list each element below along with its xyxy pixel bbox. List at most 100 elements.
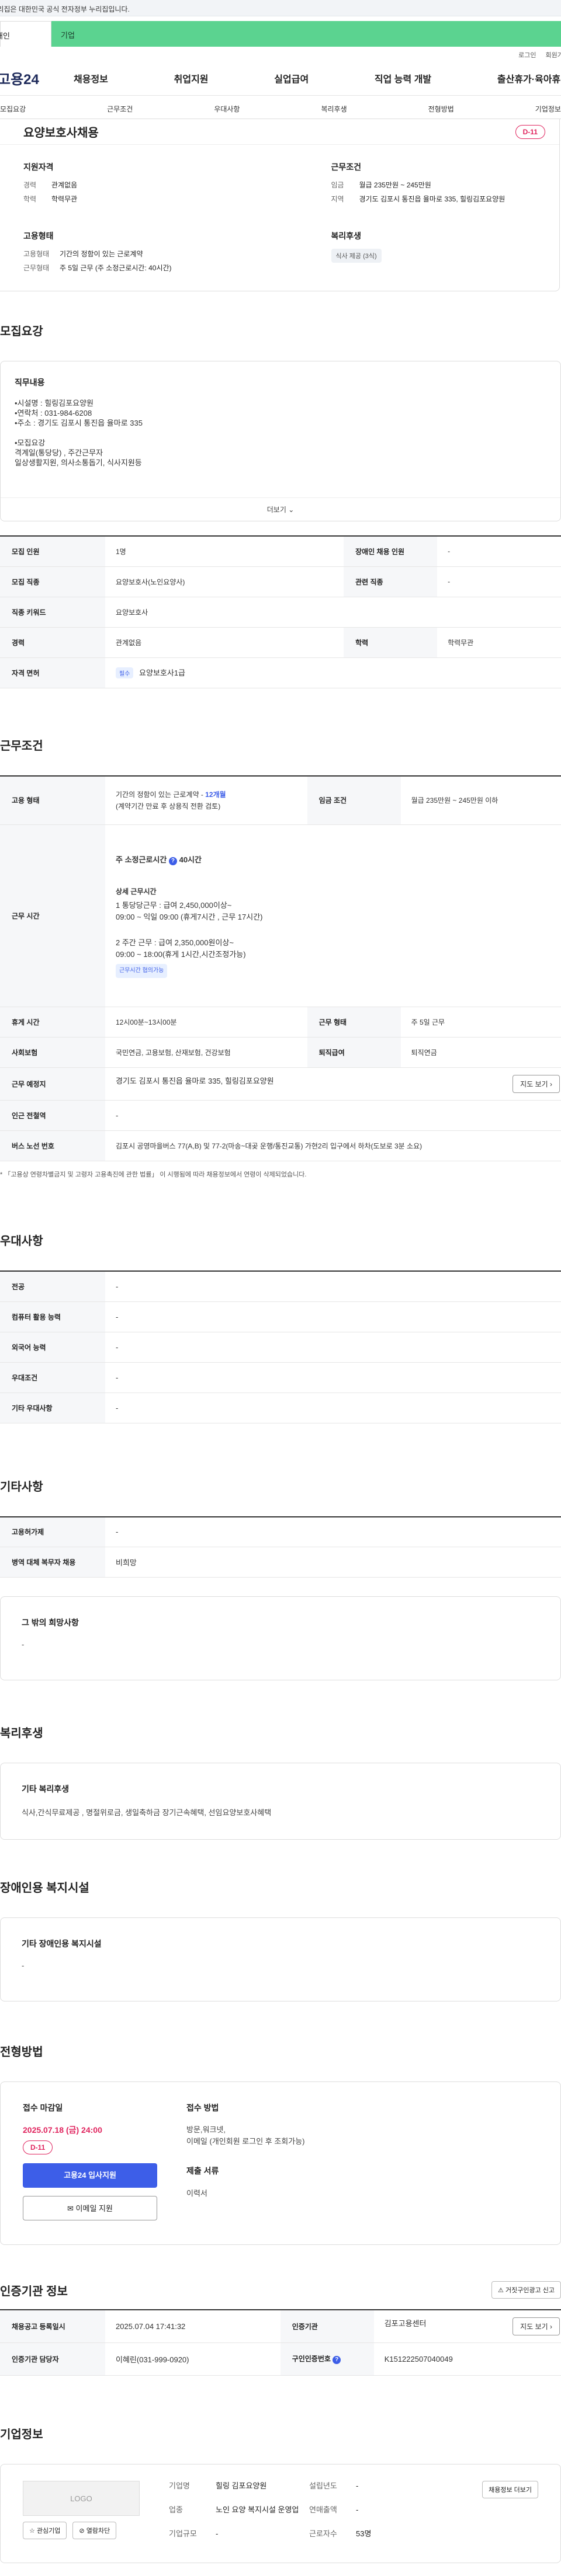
wage-value: 월급 235만원 ~ 245만원 이하: [400, 775, 561, 825]
emp-type: 고용형태 기간의 정함이 있는 근로계약: [23, 250, 143, 258]
report-button[interactable]: ⚠ 거짓구인광고 신고: [491, 2281, 561, 2299]
recruit-table: 모집 인원 1명 장애인 채용 인원 - 모집 직종 요양보호사(노인요양사) 관련 직종 -…: [0, 535, 561, 688]
cert-label: 구인인증번호 ?: [280, 2342, 374, 2376]
weekly-hours: 주 소정근로시간 ? 40시간: [116, 855, 202, 865]
agency-map-button[interactable]: 지도 보기 ›: [512, 2317, 560, 2335]
emp-type-title: 고용형태: [23, 231, 54, 241]
gnb-item[interactable]: 취업지원: [174, 71, 209, 85]
info-icon[interactable]: ?: [333, 2356, 341, 2364]
row-value: 학력무관: [437, 627, 561, 658]
info-icon[interactable]: ?: [168, 857, 177, 865]
form-value: 주 5일 근무: [400, 1007, 561, 1038]
site-logo[interactable]: 고용24: [0, 68, 68, 88]
emp-cell: 기간의 정함이 있는 근로계약 - 12개월 (계약기간 만료 후 상용직 전환 …: [105, 775, 307, 825]
agency-table: 채용공고 등록일시 2025.07.04 17:41:32 인증기관 김포고용센…: [0, 2309, 561, 2376]
deadline-date: 2025.07.18 (금) 24:00: [23, 2125, 102, 2135]
sales-value: -: [356, 2505, 359, 2514]
snb-item[interactable]: 근무조건: [107, 104, 133, 119]
company-more-block: 채용정보 더보기: [482, 2480, 538, 2546]
size-label: 기업규모: [169, 2529, 197, 2539]
docs-body: 이력서: [186, 2189, 207, 2198]
bus-value: 김포시 공영마을버스 77(A,B) 및 77-2(마송~대곶 운행/통진교통)…: [105, 1130, 561, 1161]
row-value: 관계없음: [105, 627, 344, 658]
join-link[interactable]: 회원가입: [546, 50, 561, 61]
snb-item[interactable]: 우대사항: [214, 104, 240, 119]
snb-item[interactable]: 복리후생: [321, 104, 347, 119]
section-nav: 모집요강 근무조건 우대사항 복리후생 전형방법 기업정보: [0, 96, 561, 119]
snb-item[interactable]: 기업정보: [535, 104, 561, 119]
gnb-item[interactable]: 실업급여: [274, 71, 309, 85]
work-heading: 근무조건: [0, 739, 43, 753]
tab-company[interactable]: 기업: [51, 21, 561, 47]
email-apply-button[interactable]: ✉ 이메일 지원: [23, 2196, 157, 2220]
work-type: 근무형태 주 5일 근무 (주 소정근로시간: 40시간): [23, 264, 172, 272]
snb-item[interactable]: 전형방법: [428, 104, 454, 119]
time-cell: 주 소정근로시간 ? 40시간 상세 근무시간 1 통당당근무 : 급여 2,4…: [105, 824, 561, 1007]
table-row: 자격 면허 필수 요양보호사1급: [0, 657, 561, 688]
qualification-block: 지원자격 경력 관계없음 학력 학력무관 고용형태 고용형태 기간의 정함이 있는 근…: [14, 161, 274, 277]
gov-notice-bar: 이 누리집은 대한민국 공식 전자정부 누리집입니다.: [0, 0, 561, 16]
year-label: 설립년도: [309, 2481, 337, 2490]
job-summary-card: 요양보호사채용 D-11 지원자격 경력 관계없음 학력 학력무관 고용형태 고용형…: [0, 119, 560, 291]
agency-label: 인증기관: [280, 2310, 374, 2343]
row-label: 모집 인원: [0, 536, 105, 567]
gnb-item[interactable]: 채용정보: [74, 71, 108, 85]
row-label: 외국어 능력: [0, 1332, 105, 1363]
block-icon: ⊘: [79, 2527, 85, 2535]
more-button[interactable]: 더보기 ⌄: [1, 497, 560, 521]
welfare-heading: 복리후생: [0, 1727, 43, 1740]
row-label: 컴퓨터 활용 능력: [0, 1301, 105, 1332]
snb-item[interactable]: 모집요강: [0, 104, 26, 119]
table-row: 컴퓨터 활용 능력 -: [0, 1301, 561, 1332]
license-value: 요양보호사1급: [139, 669, 186, 677]
more-jobs-button[interactable]: 채용정보 더보기: [482, 2480, 538, 2498]
table-row: 경력 관계없음 학력 학력무관: [0, 627, 561, 658]
manager-value: 이혜린(031-999-0920): [105, 2342, 280, 2376]
table-row: 고용허가제 -: [0, 1516, 561, 1547]
row-label: 학력: [344, 627, 438, 658]
retire-value: 퇴직연금: [400, 1037, 561, 1068]
login-link[interactable]: 로그인: [518, 50, 536, 61]
place-value: 경기도 김포시 통진읍 율마로 335, 힐링김포요양원: [116, 1077, 274, 1085]
main-nav: 고용24 채용정보 취업지원 실업급여 직업 능력 개발 출산휴가·육아휴직: [0, 61, 561, 96]
license-cell: 필수 요양보호사1급: [105, 657, 561, 688]
biz-value: 노인 요양 복지시설 운영업: [216, 2505, 299, 2514]
gnb-item[interactable]: 직업 능력 개발: [375, 71, 431, 85]
table-row: 병역 대체 복무자 채용 비희망: [0, 1547, 561, 1578]
table-row: 휴게 시간 12시00분~13시00분 근무 형태 주 5일 근무: [0, 1007, 561, 1038]
manager-label: 인증기관 담당자: [0, 2342, 105, 2376]
table-row: 인증기관 담당자 이혜린(031-999-0920) 구인인증번호 ? K151…: [0, 2342, 561, 2376]
member-type-tabs: 개인 기업: [0, 21, 561, 47]
table-row: 직종 키워드 요양보호사: [0, 597, 561, 628]
tab-personal[interactable]: 개인: [0, 21, 51, 47]
apply-heading: 전형방법: [0, 2046, 43, 2059]
insure-value: 국민연금, 고용보험, 산재보험, 건강보험: [105, 1037, 307, 1068]
job-title: 요양보호사채용: [23, 127, 99, 140]
method-title: 접수 방법: [186, 2103, 219, 2112]
row-value: 요양보호사: [105, 597, 561, 628]
cert-value: K151222507040049: [373, 2342, 561, 2376]
duty-body: •시설명 : 힐링김포요양원 •연락처 : 031-984-6208 •주소 :…: [15, 399, 143, 467]
table-row: 우대조건 -: [0, 1362, 561, 1393]
job-title-bar: 요양보호사채용 D-11: [0, 119, 559, 145]
row-value: 비희망: [105, 1547, 561, 1578]
company-actions: ☆ 관심기업 ⊘ 열람차단: [23, 2521, 140, 2539]
disabled-box-body: -: [22, 1961, 25, 1970]
map-button[interactable]: 지도 보기 ›: [512, 1075, 560, 1093]
row-value: 1명: [105, 536, 344, 567]
apply-button[interactable]: 고용24 입사지원: [23, 2163, 157, 2188]
break-label: 휴게 시간: [0, 1007, 105, 1038]
block-company-button[interactable]: ⊘ 열람차단: [72, 2521, 117, 2539]
report-icon: ⚠: [498, 2287, 504, 2294]
table-row: 버스 노선 번호 김포시 공영마을버스 77(A,B) 및 77-2(마송~대곶…: [0, 1130, 561, 1161]
duty-title: 직무내용: [15, 378, 45, 387]
qual-career: 경력 관계없음: [23, 181, 78, 189]
station-value: -: [105, 1100, 561, 1131]
apply-dday-badge: D-11: [23, 2140, 53, 2154]
favorite-company-button[interactable]: ☆ 관심기업: [23, 2521, 67, 2539]
condition-block: 근무조건 임금 월급 235만원 ~ 245만원 지역 경기도 김포시 통진읍 율마…: [286, 161, 546, 277]
etc-box: 그 밖의 희망사항 -: [0, 1596, 561, 1680]
name-value: 힐링 김포요양원: [216, 2481, 267, 2490]
welfare-box-title: 기타 복리후생: [22, 1784, 70, 1794]
gnb-item[interactable]: 출산휴가·육아휴직: [497, 71, 561, 85]
